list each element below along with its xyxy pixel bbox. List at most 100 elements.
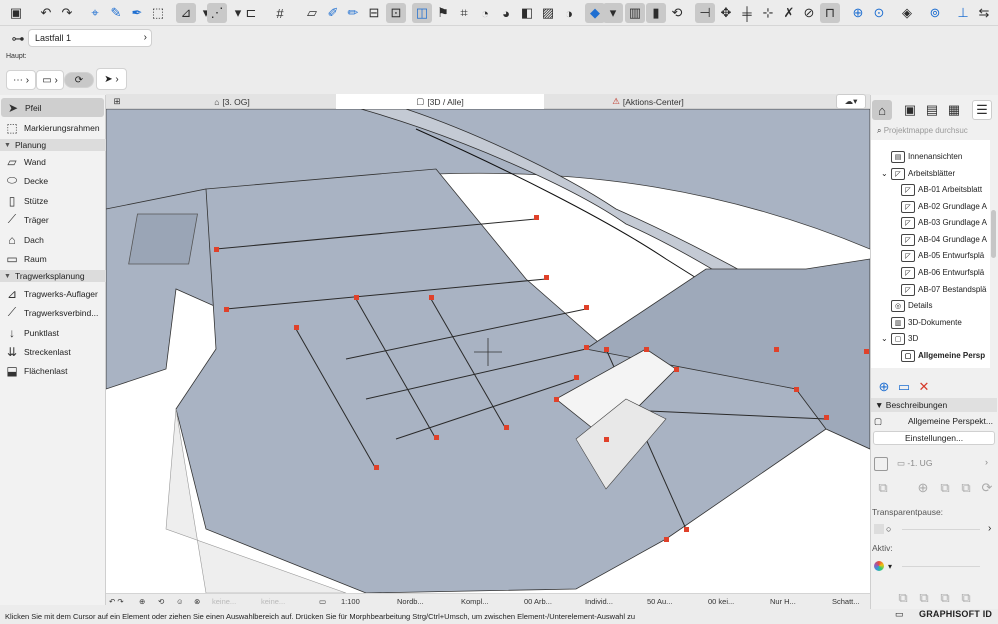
status-item[interactable]: keine... — [261, 597, 285, 606]
project-map-icon[interactable]: ⌂ — [872, 100, 892, 120]
tool-flaechenlast[interactable]: ⬓ Flächenlast — [0, 361, 105, 380]
dimension-icon[interactable]: ⊓ — [820, 3, 840, 23]
tool-stuetze[interactable]: ▯ Stütze — [0, 191, 105, 210]
delete-icon[interactable]: ✕ — [914, 377, 934, 397]
cut-icon[interactable]: ◧ — [517, 3, 537, 23]
layers-panel-icon[interactable]: ⧉ — [935, 588, 955, 608]
layers-icon[interactable]: ◫ — [412, 3, 432, 23]
add-icon[interactable]: ⊕ — [874, 377, 894, 397]
fit-icon[interactable]: ⊗ — [194, 597, 200, 606]
tab-3d[interactable]: ▢ [3D / Alle] — [336, 94, 544, 109]
layers-panel-icon[interactable]: ⧉ — [914, 588, 934, 608]
tree-item[interactable]: ◸ AB-02 Grundlage A — [901, 198, 987, 215]
tool-raum[interactable]: ▭ Raum — [0, 249, 105, 268]
settings-button[interactable]: Einstellungen... — [873, 431, 995, 445]
explode-icon[interactable]: ✥ — [716, 3, 736, 23]
tree-item[interactable]: ▤ Innenansichten — [891, 148, 962, 165]
column-icon[interactable]: ▥ — [625, 3, 645, 23]
layers-panel-icon[interactable]: ⧉ — [956, 588, 976, 608]
pen-icon[interactable]: ✐ — [323, 3, 343, 23]
descriptions-header[interactable]: ▼ Beschreibungen — [871, 398, 997, 412]
active-slider[interactable] — [902, 566, 980, 567]
lasso-icon[interactable]: ⬚ — [148, 3, 168, 23]
3d-dropdown-icon[interactable]: ▾ — [603, 3, 623, 23]
filter-icon[interactable]: ⊚ — [925, 3, 945, 23]
status-item[interactable]: 00 kei... — [708, 597, 734, 606]
figure-icon[interactable]: ⊏ — [241, 3, 261, 23]
snap-icon[interactable]: ⋰ — [207, 3, 227, 23]
undo-icon[interactable]: ↶ — [36, 3, 56, 23]
zoom-icon[interactable]: ⊕ — [139, 597, 145, 606]
group-planung[interactable]: ▼ Planung — [0, 139, 106, 151]
tree-item[interactable]: ⌄ ▢ 3D — [881, 330, 918, 347]
frame-icon[interactable]: ⊡ — [386, 3, 406, 23]
search-icon[interactable]: ⊕ — [848, 3, 868, 23]
surface-icon[interactable]: ▱ — [302, 3, 322, 23]
view-options-icon[interactable]: ☁▾ — [836, 94, 866, 109]
mirror-icon[interactable]: ⊣ — [695, 3, 715, 23]
tree-item[interactable]: ◸ AB-04 Grundlage A — [901, 231, 987, 248]
layout-book-icon[interactable]: ▤ — [922, 100, 942, 120]
tool-decke[interactable]: ⬭ Decke — [0, 171, 105, 190]
transparency-slider[interactable] — [902, 529, 980, 530]
geometry-method-button[interactable]: ⋯ › — [6, 70, 36, 90]
scale-icon[interactable]: ◑ — [559, 3, 579, 23]
tool-tragwerks-auflager[interactable]: ⊿ Tragwerks-Auflager — [0, 284, 105, 303]
move-icon[interactable]: ⊕ — [913, 478, 933, 498]
status-item[interactable]: Nur H... — [770, 597, 796, 606]
arrow-mode-button[interactable]: ➤ › — [96, 68, 127, 90]
camera-icon[interactable]: ◔ — [475, 3, 495, 23]
tree-item[interactable]: ◸ AB-03 Grundlage A — [901, 214, 987, 231]
magic-wand-icon[interactable]: ⌖ — [85, 3, 105, 23]
copy-icon[interactable]: ⧉ — [873, 478, 893, 498]
refresh-icon[interactable]: ⟳ — [977, 478, 997, 498]
folder-icon[interactable]: ▭ — [894, 377, 914, 397]
3d-model-canvas[interactable] — [106, 109, 870, 593]
menu-icon[interactable]: ☰ — [972, 100, 992, 120]
project-map-search[interactable]: ⌕ Projektmappe durchsuc — [873, 124, 995, 139]
zoom-in-icon[interactable]: ⊙ — [869, 3, 889, 23]
eyedropper-icon[interactable]: ✎ — [106, 3, 126, 23]
view-icon[interactable]: ⇆ — [974, 3, 994, 23]
tab-overview-icon[interactable]: ⊞ — [106, 94, 128, 109]
selection-method-button[interactable]: ▭ › — [36, 70, 64, 90]
cross-icon[interactable]: ✗ — [779, 3, 799, 23]
trim-icon[interactable]: ⊹ — [758, 3, 778, 23]
tab-action-center[interactable]: ⚠ [Aktions-Center] — [544, 94, 752, 109]
group-tragwerksplanung[interactable]: ▼ Tragwerksplanung — [0, 270, 106, 282]
status-item[interactable]: Individ... — [585, 597, 613, 606]
tree-item[interactable]: ◎ Details — [891, 297, 932, 314]
tree-item-selected[interactable]: ▢ Allgemeine Persp — [901, 347, 985, 364]
tool-traeger[interactable]: ⟋ Träger — [0, 210, 105, 229]
scale-value[interactable]: 1:100 — [341, 597, 360, 606]
redo-icon[interactable]: ↷ — [57, 3, 77, 23]
transparency-swatch[interactable] — [874, 524, 884, 534]
save-icon[interactable]: ▣ — [6, 3, 26, 23]
flag-icon[interactable]: ⚑ — [433, 3, 453, 23]
tree-item[interactable]: ◸ AB-01 Arbeitsblatt — [901, 181, 982, 198]
graphisoft-id-logo[interactable]: GRAPHISOFT ID — [919, 609, 992, 619]
rotate-icon[interactable]: ⟲ — [667, 3, 687, 23]
pencil-icon[interactable]: ✏ — [343, 3, 363, 23]
status-item[interactable]: Nordb... — [397, 597, 424, 606]
paste-icon[interactable]: ⧉ — [935, 478, 955, 498]
status-item[interactable]: Kompl... — [461, 597, 489, 606]
tree-item[interactable]: ◸ AB-05 Entwurfsplä — [901, 247, 984, 264]
walk-icon[interactable]: ☺ — [176, 597, 184, 606]
cutaway-icon[interactable]: ◈ — [897, 3, 917, 23]
tool-streckenlast[interactable]: ⇊ Streckenlast — [0, 342, 105, 361]
status-item[interactable]: 00 Arb... — [524, 597, 552, 606]
zoom-icon[interactable]: ⌗ — [454, 3, 474, 23]
tab-floorplan[interactable]: ⌂ [3. OG] — [128, 94, 336, 109]
slab-icon[interactable]: ⊘ — [799, 3, 819, 23]
3d-icon[interactable]: ◆ — [585, 3, 605, 23]
transfer-icon[interactable]: ⧉ — [956, 478, 976, 498]
tree-item[interactable]: ⌄ ◸ Arbeitsblätter — [881, 165, 955, 182]
syringe-icon[interactable]: ✒ — [127, 3, 147, 23]
tool-dach[interactable]: ⌂ Dach — [0, 230, 105, 249]
tool-punktlast[interactable]: ↓ Punktlast — [0, 323, 105, 342]
undo-view-icon[interactable]: ↶ ↷ — [109, 597, 124, 606]
tool-wand[interactable]: ▱ Wand — [0, 152, 105, 171]
tool-tragwerksverbindung[interactable]: ⟋ Tragwerksverbind... — [0, 303, 105, 322]
publisher-icon[interactable]: ▦ — [944, 100, 964, 120]
